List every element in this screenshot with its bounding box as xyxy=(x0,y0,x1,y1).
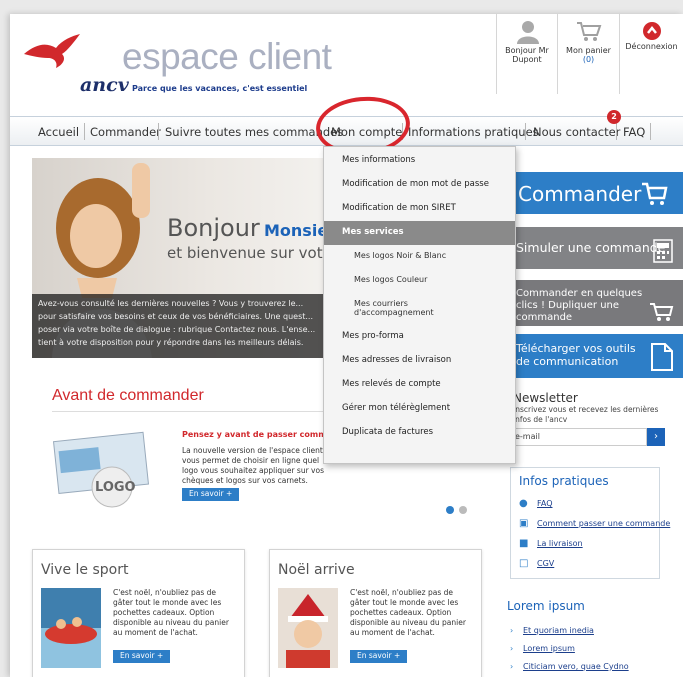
cart-icon xyxy=(650,303,674,321)
logout-arrow-icon xyxy=(643,22,661,40)
nav-informations-pratiques[interactable]: Informations pratiques xyxy=(408,125,539,139)
nav-accueil[interactable]: Accueil xyxy=(38,125,79,139)
cart-icon xyxy=(577,22,602,41)
nav-faq[interactable]: FAQ xyxy=(623,125,645,139)
menu-logos-noir-blanc[interactable]: Mes logos Noir & Blanc xyxy=(324,245,515,269)
ancv-bird-logo-icon xyxy=(24,34,80,68)
user-greeting: Bonjour Mr Dupont xyxy=(505,46,549,64)
commander-button[interactable]: Commander xyxy=(510,172,683,214)
logout-button[interactable]: Déconnexion xyxy=(619,14,683,94)
cart-icon: ▣ xyxy=(519,518,529,529)
newsletter-email-input[interactable]: e-mail xyxy=(510,428,647,446)
chevron-right-icon: › xyxy=(510,662,514,671)
lorem-link-2[interactable]: Lorem ipsum xyxy=(523,644,575,653)
menu-logos-couleur[interactable]: Mes logos Couleur xyxy=(324,269,515,293)
faq-icon: ● xyxy=(519,498,528,509)
logo-cheque-image xyxy=(52,431,150,508)
menu-adresses-livraison[interactable]: Mes adresses de livraison xyxy=(324,349,515,373)
lorem-link-3[interactable]: Citiciam vero, quae Cydno xyxy=(523,662,629,671)
hero-hello: Bonjour xyxy=(167,214,260,242)
menu-pro-forma[interactable]: Mes pro-forma xyxy=(324,325,515,349)
page: ancv espace client Parce que les vacance… xyxy=(10,14,683,677)
site-title: espace client xyxy=(122,36,332,77)
newsletter-title: Newsletter xyxy=(513,391,578,405)
menu-mes-services[interactable]: Mes services xyxy=(324,221,515,245)
simuler-label: Simuler une commande xyxy=(516,240,666,255)
document-icon: □ xyxy=(519,558,529,569)
card-text: C'est noël, n'oubliez pas de gâter tout … xyxy=(113,588,229,637)
calculator-icon xyxy=(653,239,673,263)
menu-modif-mot-de-passe[interactable]: Modification de mon mot de passe xyxy=(324,173,515,197)
menu-telereglement[interactable]: Gérer mon télérèglement xyxy=(324,397,515,421)
tagline: Parce que les vacances, c'est essentiel xyxy=(132,84,308,93)
hero-text: Avez-vous consulté les dernières nouvell… xyxy=(32,294,327,358)
menu-duplicata-factures[interactable]: Duplicata de factures xyxy=(324,421,515,445)
lorem-link-1[interactable]: Et quoriam inedia xyxy=(523,626,594,635)
cart-count: (0) xyxy=(582,55,595,64)
infos-pratiques-title: Infos pratiques xyxy=(519,474,609,488)
carousel-dot-active[interactable] xyxy=(446,506,454,514)
card-title: Vive le sport xyxy=(41,562,129,578)
chevron-right-icon: › xyxy=(510,644,514,653)
logout-label: Déconnexion xyxy=(625,42,678,51)
card-vive-le-sport: Vive le sport C'est noël, n'oubliez pas … xyxy=(32,549,245,677)
cart-label: Mon panier (0) xyxy=(566,46,611,64)
chevron-right-icon: › xyxy=(510,626,514,635)
user-icon xyxy=(517,21,539,44)
faq-badge: 2 xyxy=(607,110,621,124)
link-livraison[interactable]: La livraison xyxy=(537,539,583,548)
commander-label: Commander xyxy=(518,182,642,206)
rafting-photo xyxy=(41,588,101,668)
christmas-girl-photo xyxy=(278,588,338,668)
newsletter-text: Inscrivez vous et recevez les dernières … xyxy=(513,405,659,424)
card-text: C'est noël, n'oubliez pas de gâter tout … xyxy=(350,588,466,637)
lorem-title: Lorem ipsum xyxy=(507,599,585,613)
en-savoir-plus-button[interactable]: En savoir + xyxy=(113,650,171,663)
logo-card-text: LOGO xyxy=(95,480,136,495)
document-icon xyxy=(651,343,673,371)
nav-commander[interactable]: Commander xyxy=(90,125,161,139)
link-cgv[interactable]: CGV xyxy=(537,559,554,568)
infos-pratiques-box: Infos pratiques ● FAQ ▣ Comment passer u… xyxy=(510,467,670,579)
link-passer-commande[interactable]: Comment passer une commande xyxy=(537,519,670,528)
link-faq[interactable]: FAQ xyxy=(537,499,553,508)
simuler-commande-button[interactable]: Simuler une commande xyxy=(510,227,683,269)
mon-compte-dropdown: Mes informations Modification de mon mot… xyxy=(323,146,516,464)
card-title: Noël arrive xyxy=(278,562,355,578)
card-noel-arrive: Noël arrive C'est noël, n'oubliez pas de… xyxy=(269,549,482,677)
clics-label: Commander en quelques clics ! Dupliquer … xyxy=(516,288,643,323)
telecharger-outils-button[interactable]: Télécharger vos outils de communication xyxy=(510,334,683,378)
cart-icon xyxy=(642,182,668,205)
cart[interactable]: Mon panier (0) xyxy=(557,14,619,94)
menu-mes-informations[interactable]: Mes informations xyxy=(324,149,515,173)
en-savoir-plus-button[interactable]: En savoir + xyxy=(182,488,240,501)
nav-nous-contacter[interactable]: Nous contacter xyxy=(533,125,620,139)
newsletter-submit-button[interactable]: › xyxy=(647,428,665,446)
menu-courriers[interactable]: Mes courriers d'accompagnement xyxy=(324,293,474,325)
menu-releves-compte[interactable]: Mes relevés de compte xyxy=(324,373,515,397)
dl-label: Télécharger vos outils de communication xyxy=(516,342,636,368)
avant-commander-title: Avant de commander xyxy=(52,387,204,404)
truck-icon: ■ xyxy=(519,538,529,549)
menu-modif-siret[interactable]: Modification de mon SIRET xyxy=(324,197,515,221)
hero-welcome: et bienvenue sur votre xyxy=(167,244,338,262)
pensez-text: La nouvelle version de l'espace client, … xyxy=(182,446,326,485)
carousel-dot[interactable] xyxy=(459,506,467,514)
dupliquer-commande-button[interactable]: Commander en quelques clics ! Dupliquer … xyxy=(510,280,683,326)
en-savoir-plus-button[interactable]: En savoir + xyxy=(350,650,408,663)
user-account[interactable]: Bonjour Mr Dupont xyxy=(496,14,557,94)
